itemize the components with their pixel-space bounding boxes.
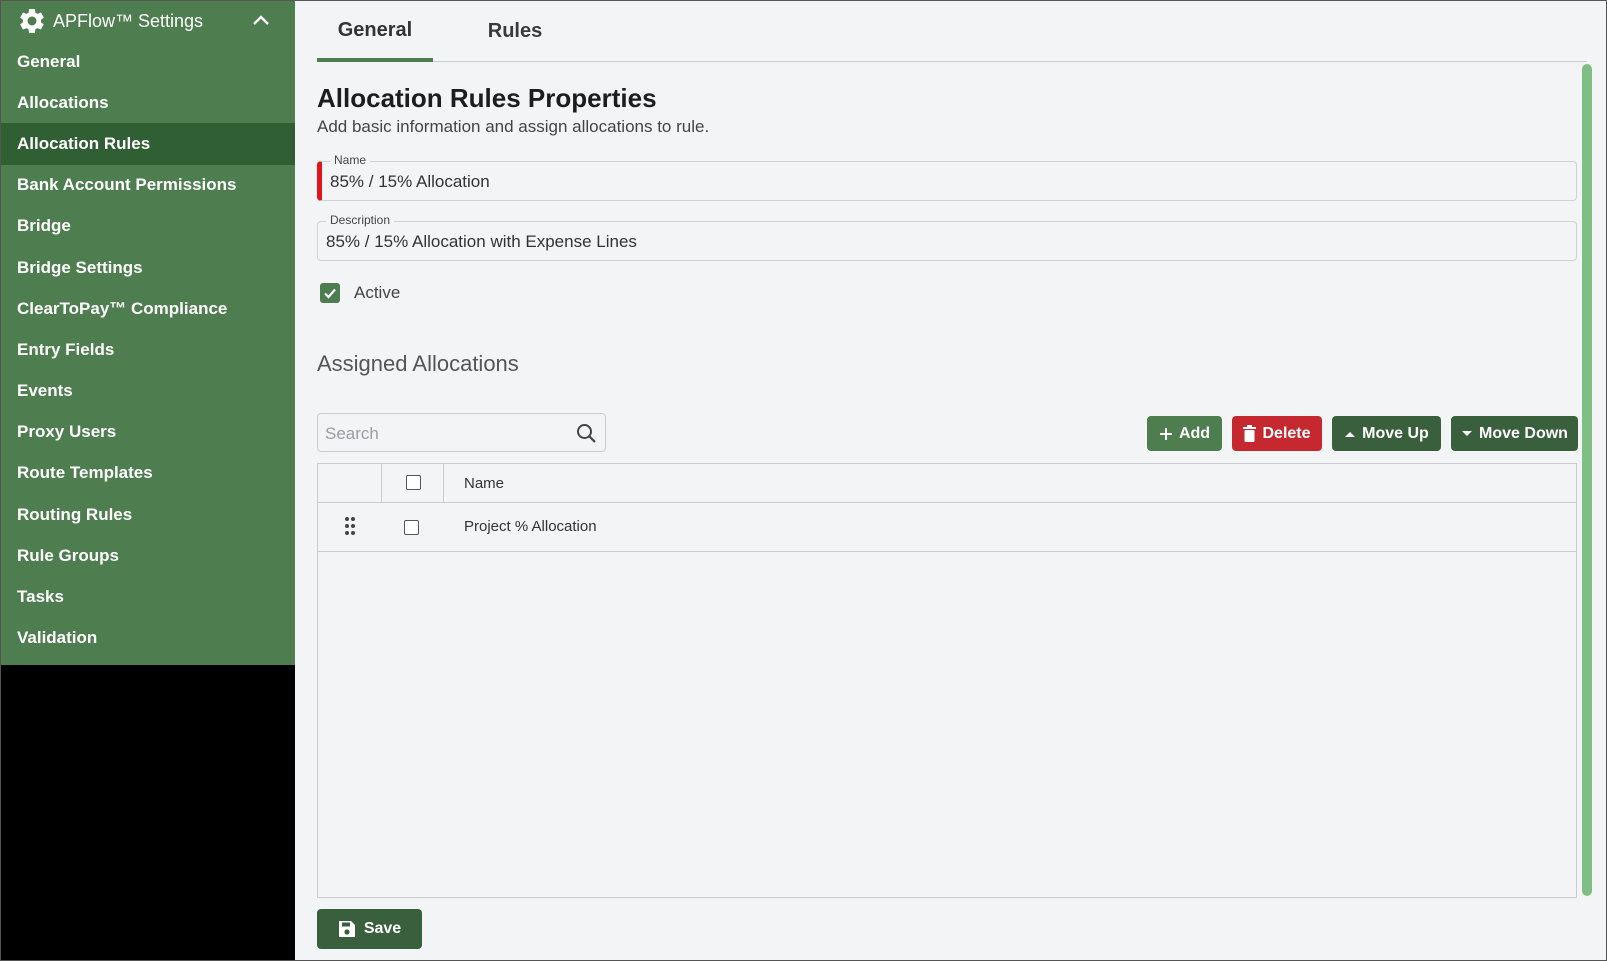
active-row: Active: [320, 283, 400, 303]
caret-down-icon: [1461, 430, 1473, 438]
search-input[interactable]: [325, 423, 565, 445]
sidebar-item-bridge-settings[interactable]: Bridge Settings: [1, 247, 295, 288]
sidebar-item-allocations[interactable]: Allocations: [1, 82, 295, 123]
vertical-scrollbar[interactable]: [1582, 64, 1592, 896]
move-up-button-label: Move Up: [1362, 424, 1429, 442]
sidebar-item-rule-groups[interactable]: Rule Groups: [1, 535, 295, 576]
floppy-disk-icon: [338, 920, 356, 938]
description-field: Description: [317, 213, 1577, 261]
sidebar: APFlow™ Settings General Allocations Alloc…: [1, 1, 295, 960]
table-row[interactable]: Project % Allocation: [318, 503, 1576, 552]
sidebar-item-validation[interactable]: Validation: [1, 618, 295, 659]
name-column-header[interactable]: Name: [464, 475, 504, 492]
main-panel: General Rules Allocation Rules Propertie…: [296, 1, 1606, 960]
sidebar-nav: General Allocations Allocation Rules Bank A…: [1, 41, 295, 659]
move-down-button[interactable]: Move Down: [1451, 416, 1578, 451]
sidebar-item-proxy-users[interactable]: Proxy Users: [1, 412, 295, 453]
sidebar-item-tasks[interactable]: Tasks: [1, 576, 295, 617]
page-subtitle: Add basic information and assign allocat…: [317, 117, 710, 136]
grid-header: Name: [318, 464, 1576, 503]
column-divider: [443, 464, 444, 503]
sidebar-item-routing-rules[interactable]: Routing Rules: [1, 494, 295, 535]
drag-handle-icon[interactable]: [344, 516, 356, 536]
search-icon[interactable]: [576, 423, 597, 444]
search-box: [317, 413, 606, 452]
sidebar-item-allocation-rules[interactable]: Allocation Rules: [1, 123, 295, 165]
save-button-label: Save: [363, 920, 402, 937]
add-button-label: Add: [1178, 424, 1211, 442]
move-up-button[interactable]: Move Up: [1332, 416, 1441, 451]
description-label: Description: [326, 213, 395, 227]
sidebar-item-bridge[interactable]: Bridge: [1, 206, 295, 247]
sidebar-item-general[interactable]: General: [1, 41, 295, 82]
sidebar-header: APFlow™ Settings: [1, 1, 295, 41]
sidebar-panel: APFlow™ Settings General Allocations Alloc…: [1, 1, 295, 665]
delete-button-label: Delete: [1262, 424, 1311, 442]
tab-general[interactable]: General: [317, 1, 433, 62]
sidebar-item-events[interactable]: Events: [1, 371, 295, 412]
move-down-button-label: Move Down: [1479, 424, 1568, 442]
name-label: Name: [330, 153, 371, 167]
caret-up-icon: [1344, 430, 1356, 438]
row-name: Project % Allocation: [464, 518, 597, 535]
delete-button[interactable]: Delete: [1232, 416, 1322, 451]
assigned-allocations-title: Assigned Allocations: [317, 351, 519, 376]
save-button[interactable]: Save: [317, 909, 422, 949]
tab-bar: General Rules: [317, 1, 1587, 62]
tab-rules[interactable]: Rules: [457, 1, 573, 62]
sidebar-item-route-templates[interactable]: Route Templates: [1, 453, 295, 494]
sidebar-item-cleartopay-compliance[interactable]: ClearToPay™ Compliance: [1, 288, 295, 329]
sidebar-title: APFlow™ Settings: [53, 10, 204, 31]
select-all-checkbox[interactable]: [406, 475, 421, 490]
gear-icon: [17, 6, 47, 36]
add-button[interactable]: Add: [1147, 416, 1222, 451]
page-title: Allocation Rules Properties: [317, 83, 657, 113]
sidebar-item-entry-fields[interactable]: Entry Fields: [1, 329, 295, 370]
row-checkbox[interactable]: [404, 520, 419, 535]
active-checkbox[interactable]: [320, 283, 340, 303]
check-icon: [324, 288, 336, 299]
trash-icon: [1243, 425, 1257, 442]
column-divider: [381, 464, 382, 503]
name-field: Name: [317, 153, 1577, 201]
plus-icon: [1159, 427, 1173, 441]
name-input[interactable]: [330, 170, 1550, 194]
allocations-grid: Name Project % Allocation: [317, 463, 1577, 898]
active-label: Active: [354, 283, 401, 302]
sidebar-item-bank-account-permissions[interactable]: Bank Account Permissions: [1, 165, 295, 206]
description-input[interactable]: [326, 230, 1546, 254]
chevron-up-icon[interactable]: [251, 11, 271, 31]
